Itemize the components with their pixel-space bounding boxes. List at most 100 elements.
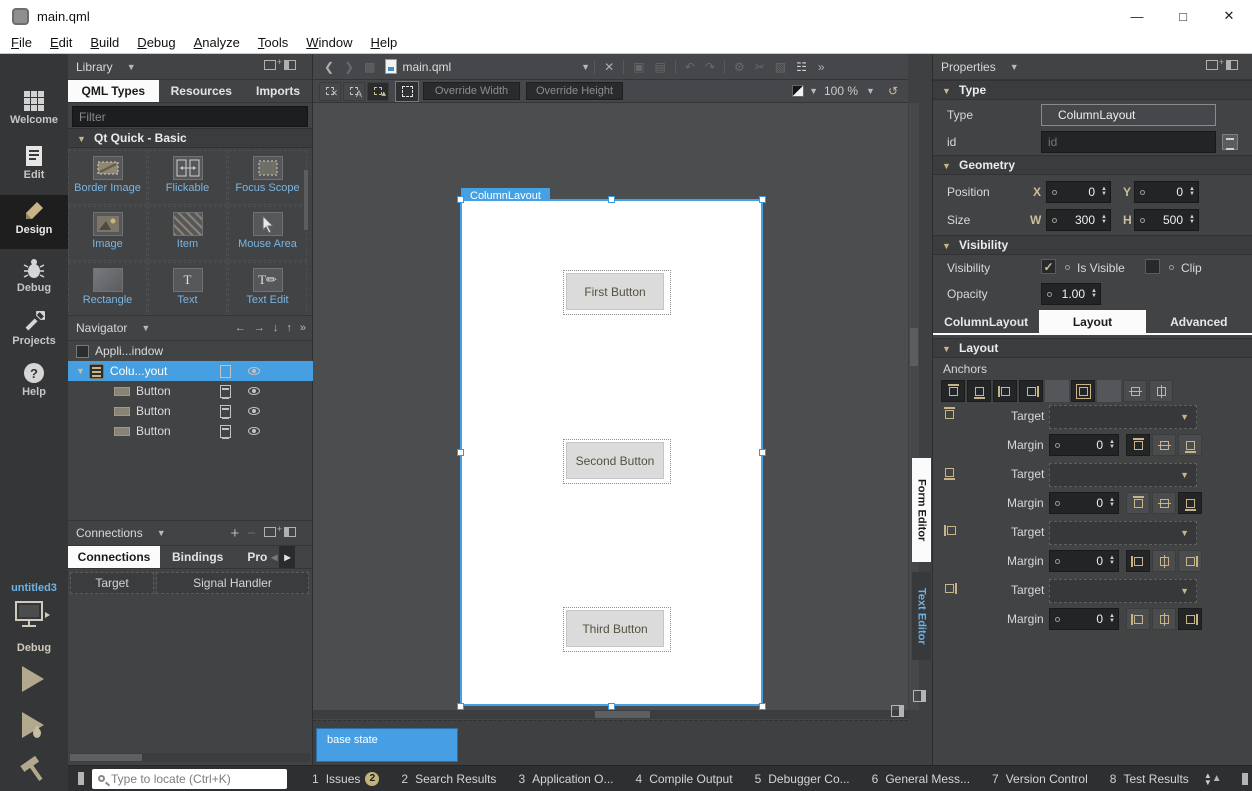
override-height-field[interactable]: Override Height	[526, 82, 623, 100]
library-item-item[interactable]: Item	[148, 206, 227, 261]
margin-anchor-right-button[interactable]	[1178, 550, 1202, 572]
toolbar-overflow-icon[interactable]: »	[818, 60, 825, 74]
add-connection-icon[interactable]: +	[230, 525, 239, 542]
split-editor-icon[interactable]: ▤	[654, 60, 665, 74]
zoom-dropdown-icon[interactable]: ▼	[866, 86, 875, 96]
export-icon[interactable]	[220, 425, 231, 438]
tab-resources[interactable]: Resources	[159, 80, 244, 102]
mode-edit[interactable]: Edit	[0, 140, 68, 190]
document-dropdown-icon[interactable]: ▼	[581, 62, 590, 72]
margin-anchor-vcenter-button[interactable]	[1152, 608, 1176, 630]
canvas-hscrollbar[interactable]	[313, 710, 908, 719]
expander-icon[interactable]: ▼	[76, 366, 85, 376]
top-margin-spinbox[interactable]: 0▲▼	[1049, 434, 1119, 456]
properties-close-icon[interactable]	[1226, 60, 1238, 73]
scrollbar-thumb[interactable]	[910, 328, 918, 366]
height-spinbox[interactable]: 500▲▼	[1134, 209, 1199, 231]
margin-anchor-left-button[interactable]	[1126, 608, 1150, 630]
settings-icon[interactable]: ⚙	[734, 60, 745, 74]
x-spinbox[interactable]: 0▲▼	[1046, 181, 1111, 203]
tab-qml-types[interactable]: QML Types	[68, 80, 159, 102]
mode-design[interactable]: Design	[0, 195, 68, 249]
binding-dot[interactable]	[1169, 265, 1174, 270]
library-item-text[interactable]: T Text	[148, 262, 227, 315]
visibility-eye-icon[interactable]	[248, 387, 260, 395]
locator[interactable]	[92, 769, 287, 789]
tab-bindings[interactable]: Bindings	[160, 546, 235, 568]
tab-connections[interactable]: Connections	[68, 546, 160, 568]
move-down-icon[interactable]: ↓	[273, 322, 279, 334]
copy-icon[interactable]: ▧	[775, 60, 786, 74]
library-item-mouse-area[interactable]: Mouse Area	[228, 206, 307, 261]
resize-handle-bottom-center[interactable]	[608, 703, 615, 710]
visibility-eye-icon[interactable]	[248, 367, 260, 375]
library-filter-input[interactable]	[72, 106, 308, 127]
move-right-icon[interactable]: →	[254, 322, 265, 334]
menu-window[interactable]: Window	[297, 35, 361, 50]
canvas-color-dropdown-icon[interactable]: ▼	[809, 86, 818, 96]
output-pane-search-results[interactable]: 2 Search Results	[401, 772, 496, 786]
tab-columnlayout[interactable]: ColumnLayout	[933, 310, 1039, 333]
anchor-fill-button[interactable]	[1071, 380, 1095, 402]
margin-anchor-top-button[interactable]	[1126, 434, 1150, 456]
clip-checkbox[interactable]	[1145, 259, 1160, 274]
width-spinbox[interactable]: 300▲▼	[1046, 209, 1111, 231]
resize-handle-mid-left[interactable]	[457, 449, 464, 456]
states-dock-icon[interactable]	[891, 705, 904, 717]
back-icon[interactable]: ❮	[324, 60, 334, 74]
show-bounding-rectangles-icon[interactable]	[395, 81, 419, 102]
library-section-header[interactable]: ▼ Qt Quick - Basic	[68, 128, 312, 148]
library-scrollbar[interactable]	[304, 170, 308, 230]
remove-connection-icon[interactable]: −	[247, 525, 256, 542]
margin-anchor-left-button[interactable]	[1126, 550, 1150, 572]
anchor-top-button[interactable]	[941, 380, 965, 402]
library-item-focus-scope[interactable]: Focus Scope	[228, 150, 307, 205]
connections-header-dropdown-icon[interactable]: ▼	[157, 528, 166, 538]
mode-help[interactable]: ? Help	[0, 357, 68, 407]
library-item-flickable[interactable]: Flickable	[148, 150, 227, 205]
tab-form-editor[interactable]: Form Editor	[912, 458, 931, 562]
margin-anchor-top-button[interactable]	[1126, 492, 1150, 514]
opacity-spinbox[interactable]: 1.00▲▼	[1041, 283, 1101, 305]
library-item-text-edit[interactable]: T✏ Text Edit	[228, 262, 307, 315]
id-input[interactable]	[1041, 131, 1216, 153]
visibility-eye-icon[interactable]	[248, 407, 260, 415]
paste-icon[interactable]: ☷	[796, 60, 807, 74]
margin-anchor-vcenter-button[interactable]	[1152, 550, 1176, 572]
output-pane-general-messages[interactable]: 6 General Mess...	[872, 772, 970, 786]
bottom-target-dropdown[interactable]: ▼	[1049, 463, 1197, 487]
no-snapping-icon[interactable]: ✕	[319, 82, 341, 101]
locator-input[interactable]	[111, 772, 281, 786]
goto-line-icon[interactable]: ▣	[633, 60, 644, 74]
move-up-icon[interactable]: ↑	[286, 322, 292, 334]
library-item-border-image[interactable]: Border Image	[68, 150, 147, 205]
output-pane-selector-icon[interactable]: ▲▼	[1204, 772, 1212, 786]
menu-edit[interactable]: Edit	[41, 35, 81, 50]
margin-anchor-hcenter-button[interactable]	[1152, 434, 1176, 456]
anchor-left-button[interactable]	[993, 380, 1017, 402]
resize-handle-top-left[interactable]	[457, 196, 464, 203]
snap-margins-icon[interactable]: ▴	[367, 82, 389, 101]
navigator-row-button-2[interactable]: Button	[68, 401, 313, 421]
right-margin-spinbox[interactable]: 0▲▼	[1049, 608, 1119, 630]
minimize-button[interactable]: —	[1114, 0, 1160, 32]
export-icon[interactable]	[220, 365, 231, 378]
top-target-dropdown[interactable]: ▼	[1049, 405, 1197, 429]
output-pane-compile-output[interactable]: 4 Compile Output	[636, 772, 733, 786]
reset-zoom-icon[interactable]: ↺	[888, 84, 898, 98]
toggle-left-sidebar-icon[interactable]	[78, 772, 84, 785]
connections-close-icon[interactable]	[284, 527, 296, 540]
output-pane-application-output[interactable]: 3 Application O...	[518, 772, 613, 786]
cut-icon[interactable]: ✂	[755, 60, 765, 74]
form-editor-viewport[interactable]: ColumnLayout First Button Second Button …	[313, 103, 908, 710]
base-state-tile[interactable]: base state	[316, 728, 458, 762]
geometry-section-header[interactable]: ▼ Geometry	[933, 155, 1252, 175]
output-pane-test-results[interactable]: 8 Test Results	[1110, 772, 1189, 786]
type-section-header[interactable]: ▼ Type	[933, 80, 1252, 100]
anchor-horizontal-center-button[interactable]	[1123, 380, 1147, 402]
tab-properties-truncated[interactable]: Pro	[235, 546, 269, 568]
library-header-dropdown-icon[interactable]: ▼	[127, 62, 136, 72]
output-pane-debugger-console[interactable]: 5 Debugger Co...	[755, 772, 850, 786]
resize-handle-bottom-right[interactable]	[759, 703, 766, 710]
library-item-image[interactable]: Image	[68, 206, 147, 261]
